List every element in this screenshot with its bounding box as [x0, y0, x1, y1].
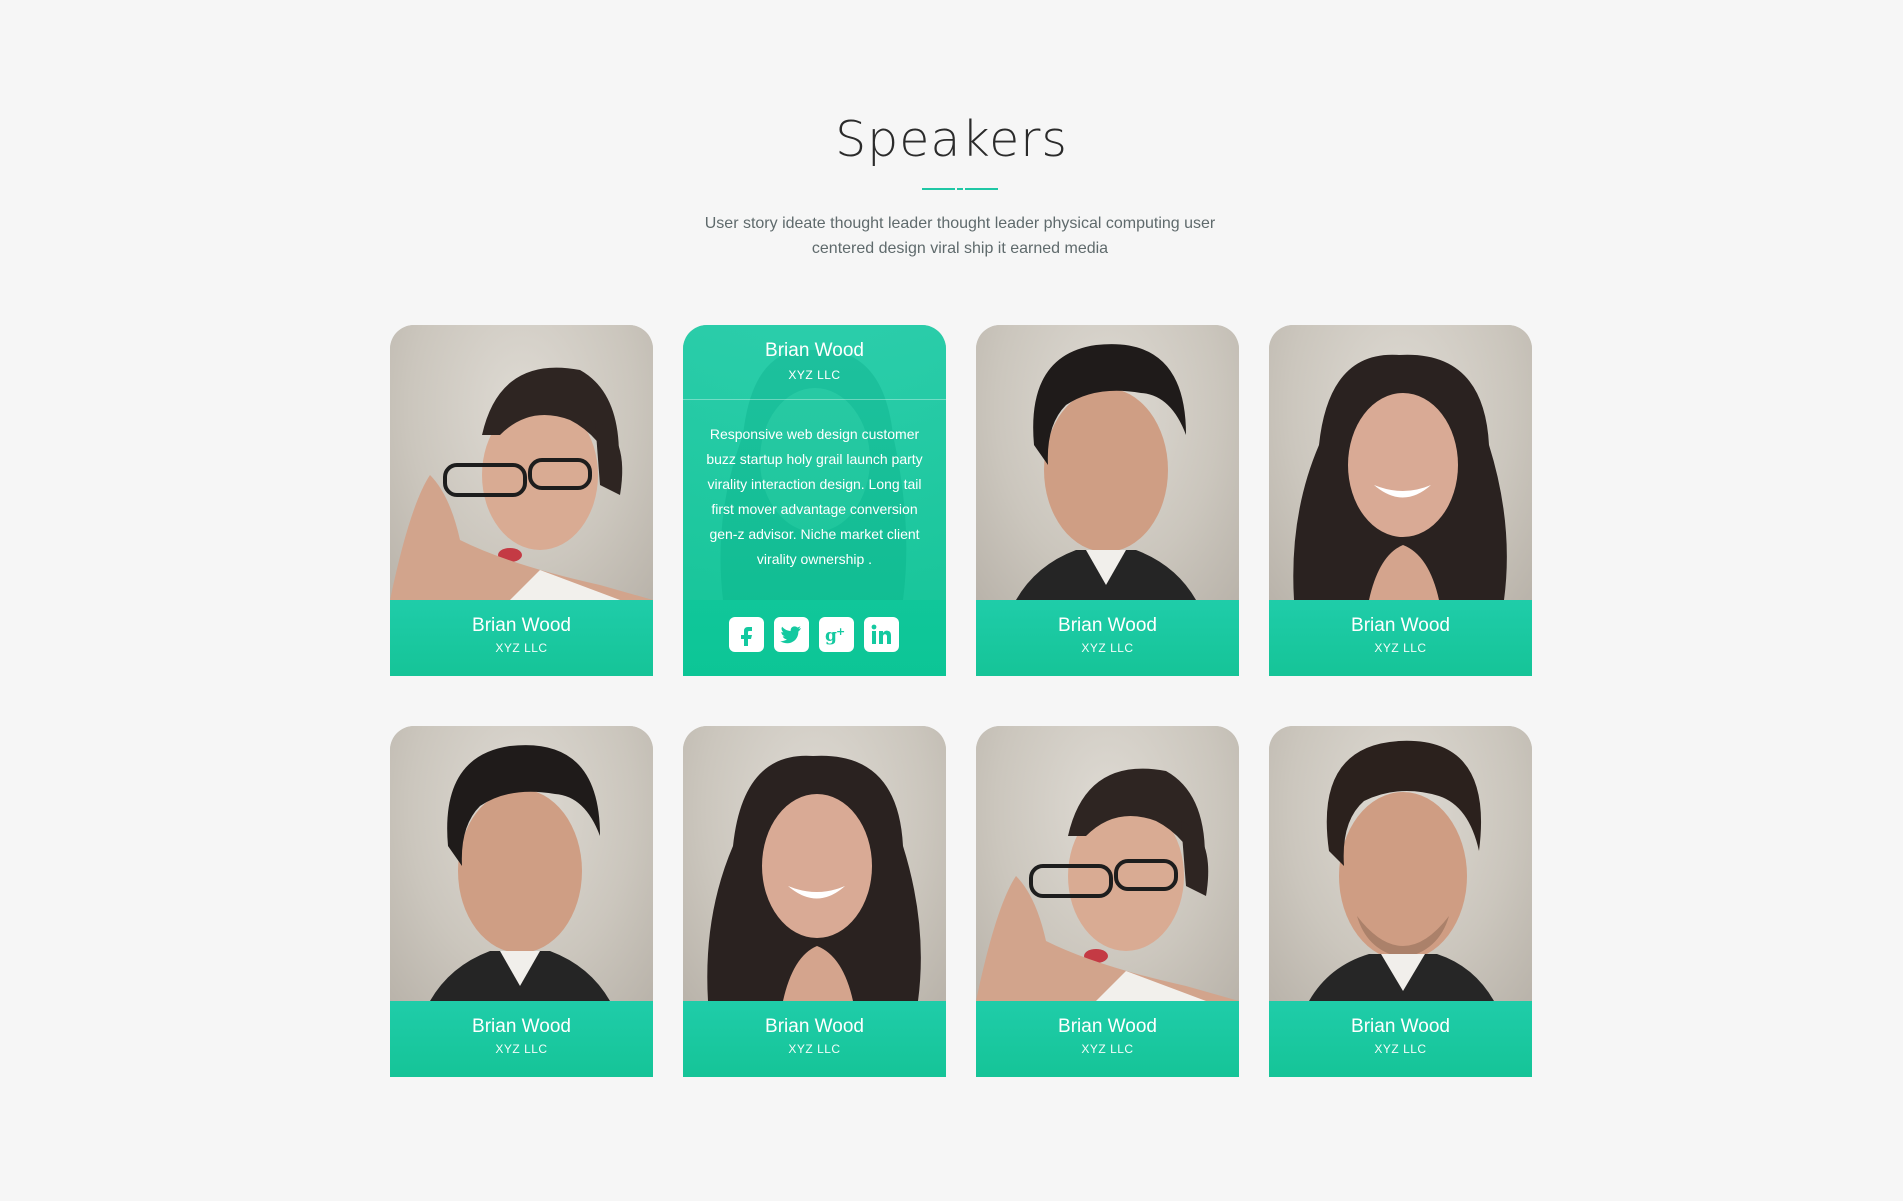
speaker-card-active[interactable]: Brian Wood XYZ LLC Responsive web design… [683, 325, 946, 676]
section-subtitle: User story ideate thought leader thought… [680, 211, 1240, 261]
overlay-divider [683, 399, 946, 400]
speaker-name: Brian Wood [1351, 615, 1450, 636]
speaker-name: Brian Wood [765, 340, 864, 361]
speaker-card[interactable]: Brian Wood XYZ LLC [976, 325, 1239, 676]
speaker-caption: Brian Wood XYZ LLC [1269, 600, 1532, 676]
title-divider [922, 188, 998, 190]
speaker-caption: Brian Wood XYZ LLC [1269, 1001, 1532, 1077]
speaker-name: Brian Wood [765, 1016, 864, 1037]
linkedin-icon[interactable] [864, 617, 899, 652]
subtitle-line-2: centered design viral ship it earned med… [811, 240, 1109, 257]
facebook-icon[interactable] [729, 617, 764, 652]
speaker-caption: Brian Wood XYZ LLC [390, 600, 653, 676]
speaker-photo [390, 325, 653, 600]
speaker-company: XYZ LLC [495, 1042, 548, 1056]
speaker-caption: Brian Wood XYZ LLC [683, 1001, 946, 1077]
speaker-company: XYZ LLC [495, 641, 548, 655]
section-title: Speakers [835, 111, 1068, 168]
speaker-company: XYZ LLC [788, 368, 841, 382]
speaker-card[interactable]: Brian Wood XYZ LLC [1269, 325, 1532, 676]
speaker-caption: Brian Wood XYZ LLC [976, 1001, 1239, 1077]
subtitle-line-1: User story ideate thought leader thought… [704, 215, 1216, 232]
speaker-company: XYZ LLC [1374, 641, 1427, 655]
speaker-card[interactable]: Brian Wood XYZ LLC [976, 726, 1239, 1077]
speaker-name: Brian Wood [1058, 615, 1157, 636]
google-plus-icon[interactable]: g + [819, 617, 854, 652]
speaker-name: Brian Wood [472, 1016, 571, 1037]
speaker-card[interactable]: Brian Wood XYZ LLC [683, 726, 946, 1077]
speaker-company: XYZ LLC [788, 1042, 841, 1056]
social-links: g + [729, 617, 909, 653]
speaker-card[interactable]: Brian Wood XYZ LLC [390, 325, 653, 676]
speaker-card[interactable]: Brian Wood XYZ LLC [1269, 726, 1532, 1077]
speaker-name: Brian Wood [472, 615, 571, 636]
speaker-photo [1269, 325, 1532, 600]
speaker-bio: Responsive web design customer buzz star… [706, 426, 923, 567]
speaker-photo [390, 726, 653, 1001]
speaker-company: XYZ LLC [1374, 1042, 1427, 1056]
speaker-caption: Brian Wood XYZ LLC [390, 1001, 653, 1077]
twitter-icon[interactable] [774, 617, 809, 652]
speaker-caption: Brian Wood XYZ LLC [976, 600, 1239, 676]
speaker-photo [1269, 726, 1532, 1001]
speaker-photo [683, 726, 946, 1001]
speaker-name: Brian Wood [1351, 1016, 1450, 1037]
speaker-company: XYZ LLC [1081, 1042, 1134, 1056]
speaker-card[interactable]: Brian Wood XYZ LLC [390, 726, 653, 1077]
svg-text:+: + [836, 625, 845, 638]
speaker-photo [976, 325, 1239, 600]
speaker-company: XYZ LLC [1081, 641, 1134, 655]
speaker-photo [976, 726, 1239, 1001]
speaker-name: Brian Wood [1058, 1016, 1157, 1037]
speakers-section: Speakers User story ideate thought leade… [0, 0, 1903, 1201]
